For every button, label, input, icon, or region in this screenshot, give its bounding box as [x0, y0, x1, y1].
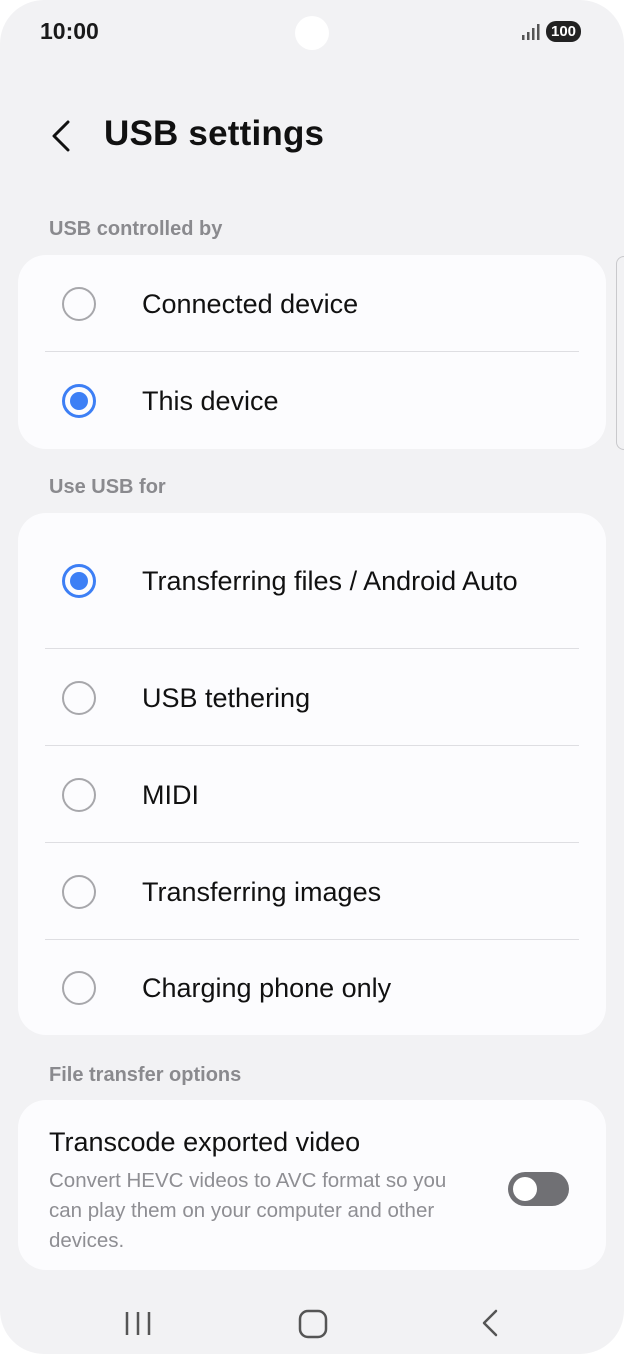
radio-icon[interactable]: [62, 874, 96, 909]
option-this-device[interactable]: This device: [18, 352, 606, 449]
home-button[interactable]: [283, 1280, 343, 1340]
signal-icon: [522, 24, 540, 40]
navigation-bar: [0, 1270, 624, 1354]
nav-back-button[interactable]: [458, 1280, 518, 1340]
option-connected-device[interactable]: Connected device: [18, 255, 606, 352]
option-label: Connected device: [142, 288, 359, 319]
toggle-knob: [513, 1177, 537, 1201]
option-transferring-images[interactable]: Transferring images: [18, 843, 606, 940]
scroll-indicator[interactable]: [616, 256, 624, 450]
option-label: This device: [142, 385, 279, 416]
setting-title: Transcode exported video: [49, 1127, 361, 1157]
option-label: MIDI: [142, 779, 199, 810]
option-charging-only[interactable]: Charging phone only: [18, 940, 606, 1035]
controlled-by-card: Connected device This device: [18, 255, 606, 449]
option-label: Charging phone only: [142, 972, 392, 1003]
option-transferring-files[interactable]: Transferring files / Android Auto: [18, 513, 606, 649]
recents-icon: [125, 1312, 151, 1335]
status-time: 10:00: [40, 18, 99, 44]
chevron-left-icon: [52, 120, 70, 152]
transcode-toggle[interactable]: [508, 1172, 569, 1206]
option-label: Transferring files / Android Auto: [142, 566, 518, 596]
recents-button[interactable]: [108, 1280, 168, 1340]
radio-icon[interactable]: [62, 680, 96, 715]
section-label-use-usb-for: Use USB for: [49, 476, 166, 498]
setting-description: Convert HEVC videos to AVC format so you…: [49, 1169, 447, 1252]
radio-icon[interactable]: [62, 970, 96, 1005]
radio-icon[interactable]: [62, 286, 96, 321]
status-bar: 10:00 100: [0, 0, 624, 64]
page-title: USB settings: [104, 114, 325, 153]
option-label: USB tethering: [142, 682, 311, 713]
camera-cutout: [295, 16, 329, 50]
radio-icon[interactable]: [62, 564, 96, 598]
radio-icon[interactable]: [62, 383, 96, 418]
option-usb-tethering[interactable]: USB tethering: [18, 649, 606, 746]
section-label-file-transfer: File transfer options: [49, 1064, 242, 1086]
option-midi[interactable]: MIDI: [18, 746, 606, 843]
phone-screen: 10:00 100 USB settings USB controlled by…: [0, 0, 624, 1354]
option-label: Transferring images: [142, 876, 382, 907]
home-icon: [298, 1309, 328, 1339]
transcode-setting-row[interactable]: Transcode exported video Convert HEVC vi…: [18, 1100, 606, 1270]
back-button[interactable]: [44, 114, 84, 158]
section-label-controlled-by: USB controlled by: [49, 218, 223, 240]
radio-icon[interactable]: [62, 777, 96, 812]
use-usb-for-card: Transferring files / Android Auto USB te…: [18, 513, 606, 1035]
back-icon: [482, 1309, 498, 1337]
battery-icon: 100: [546, 21, 582, 42]
